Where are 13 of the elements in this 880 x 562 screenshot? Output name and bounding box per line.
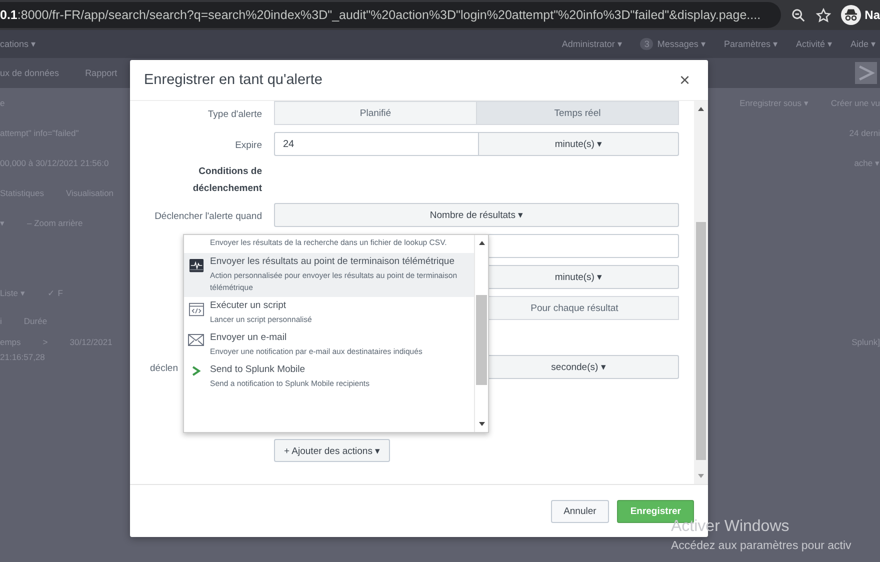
field-label: Expire: [235, 140, 262, 151]
action-title: Envoyer les résultats au point de terminaison télémétrique: [210, 256, 456, 268]
dialog-title: Enregistrer en tant qu'alerte: [144, 72, 322, 88]
action-title: Send to Splunk Mobile: [210, 364, 306, 376]
field-label: Déclencher l'alerte quand: [154, 211, 262, 222]
field-label: Type d'alerte: [208, 109, 262, 120]
page-text: >: [42, 337, 48, 347]
page-text: ▾: [0, 218, 5, 228]
section-heading: Conditions de déclenchement: [192, 165, 263, 196]
action-title: Envoyer un e-mail: [210, 332, 288, 344]
activation-hint: Accédez aux paramètres pour activ: [671, 540, 852, 552]
field-label: déclen: [150, 363, 178, 374]
action-title: Exécuter un script: [210, 300, 288, 312]
